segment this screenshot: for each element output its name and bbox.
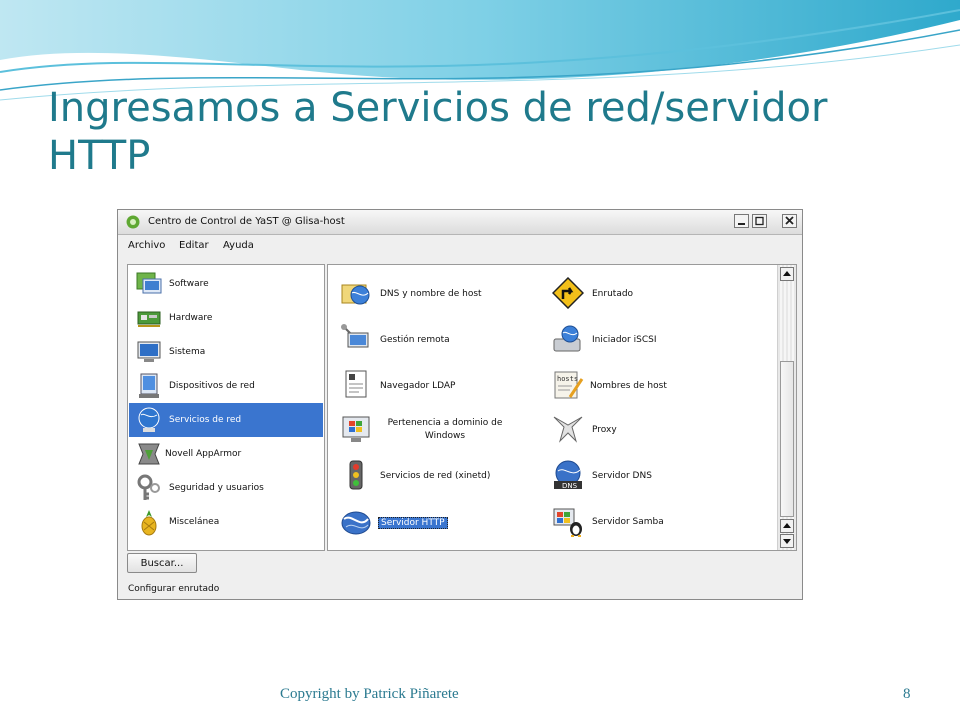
category-list: Software Hardware Sistema Dispositivos d… [127, 264, 325, 551]
module-hostnames[interactable]: hosts Nombres de host [552, 369, 752, 405]
scroll-down-button[interactable] [780, 534, 794, 548]
module-samba[interactable]: Servidor Samba [552, 505, 752, 541]
category-label: Software [169, 279, 209, 289]
window-titlebar[interactable]: Centro de Control de YaST @ Glisa-host [118, 210, 802, 235]
scroll-up-button-lower[interactable] [780, 519, 794, 533]
module-label: DNS y nombre de host [380, 289, 482, 299]
category-label: Servicios de red [169, 415, 242, 425]
scroll-thumb[interactable] [780, 361, 794, 517]
module-label: Nombres de host [590, 381, 667, 391]
http-server-icon [341, 511, 371, 535]
module-http-server[interactable]: Servidor HTTP [340, 505, 540, 541]
module-remote-admin[interactable]: Gestión remota [340, 323, 540, 359]
module-xinetd[interactable]: Servicios de red (xinetd) [340, 459, 540, 495]
close-icon [785, 216, 794, 225]
svg-text:DNS: DNS [562, 482, 578, 490]
module-label: Servidor HTTP [378, 517, 448, 529]
module-label: Iniciador iSCSI [592, 335, 657, 345]
maximize-icon [755, 216, 764, 226]
security-keys-icon [137, 474, 160, 500]
category-label: Sistema [169, 347, 206, 357]
search-button[interactable]: Buscar... [127, 553, 197, 573]
module-dns-hostname[interactable]: DNS y nombre de host [340, 277, 540, 313]
network-services-icon [138, 407, 160, 432]
arrow-up-icon [783, 523, 791, 528]
module-panel: DNS y nombre de host Gestión remota Nave… [327, 264, 797, 551]
software-icon [136, 272, 162, 294]
close-button[interactable] [782, 214, 797, 228]
category-sistema[interactable]: Sistema [129, 335, 323, 369]
windows-domain-icon [342, 416, 370, 442]
module-label: Servidor Samba [592, 517, 664, 527]
scroll-up-button[interactable] [780, 267, 794, 281]
yast-control-center-window: Centro de Control de YaST @ Glisa-host A… [117, 209, 803, 600]
samba-icon [553, 508, 582, 537]
module-label: Navegador LDAP [380, 381, 456, 391]
category-miscelanea[interactable]: Misceláneа [129, 505, 323, 539]
apparmor-icon [138, 443, 160, 465]
category-label: Misceláneа [169, 517, 220, 527]
minimize-icon [738, 223, 745, 225]
module-iscsi[interactable]: Iniciador iSCSI [552, 323, 752, 359]
network-devices-icon [139, 373, 159, 398]
iscsi-icon [553, 325, 581, 352]
yast-chameleon-icon [126, 215, 140, 229]
status-bar-text: Configurar enrutado [128, 584, 220, 594]
menu-archivo[interactable]: Archivo [128, 240, 165, 251]
dns-hostname-icon [341, 284, 370, 305]
module-label: Pertenencia a dominio de Windows [387, 418, 503, 441]
dns-server-icon: DNS [554, 460, 582, 490]
ldap-browser-icon [345, 370, 367, 398]
module-dns-server[interactable]: DNS Servidor DNS [552, 459, 752, 495]
remote-admin-icon [341, 324, 369, 348]
category-hardware[interactable]: Hardware [129, 301, 323, 335]
svg-text:hosts: hosts [557, 375, 578, 383]
module-label: Proxy [592, 425, 617, 435]
menu-bar: Archivo Editar Ayuda [118, 235, 802, 255]
category-label: Dispositivos de red [169, 381, 255, 391]
module-windows-domain[interactable]: Pertenencia a dominio de Windows [340, 413, 540, 449]
hardware-icon [137, 311, 161, 327]
category-label: Novell AppArmor [165, 449, 242, 459]
window-title: Centro de Control de YaST @ Glisa-host [148, 216, 345, 227]
module-ldap-browser[interactable]: Navegador LDAP [340, 369, 540, 405]
page-number: 8 [903, 686, 911, 702]
xinetd-icon [349, 460, 363, 490]
category-dispositivos-red[interactable]: Dispositivos de red [129, 369, 323, 403]
module-label: Servidor DNS [592, 471, 652, 481]
proxy-icon [553, 416, 583, 443]
category-apparmor[interactable]: Novell AppArmor [129, 437, 323, 471]
pineapple-icon [141, 510, 157, 536]
category-label: Hardware [169, 313, 213, 323]
category-software[interactable]: Software [129, 267, 323, 301]
module-label: Gestión remota [380, 335, 450, 345]
maximize-button[interactable] [752, 214, 767, 228]
module-proxy[interactable]: Proxy [552, 413, 752, 449]
routing-icon [552, 277, 584, 309]
category-servicios-red[interactable]: Servicios de red [129, 403, 323, 437]
menu-ayuda[interactable]: Ayuda [223, 240, 254, 251]
category-label: Seguridad y usuarios [169, 483, 264, 493]
hostnames-icon: hosts [554, 371, 584, 399]
menu-editar[interactable]: Editar [179, 240, 209, 251]
arrow-up-icon [783, 271, 791, 276]
category-seguridad-usuarios[interactable]: Seguridad y usuarios [129, 471, 323, 505]
system-icon [137, 341, 161, 362]
minimize-button[interactable] [734, 214, 749, 228]
slide-title: Ingresamos a Servicios de red/servidor H… [48, 85, 828, 179]
arrow-down-icon [783, 539, 791, 544]
footer-copyright: Copyright by Patrick Piñarete [280, 686, 459, 702]
module-routing[interactable]: Enrutado [552, 277, 752, 313]
slide-footer: Copyright by Patrick Piñarete 8 [0, 686, 960, 708]
module-label: Enrutado [592, 289, 634, 299]
module-scrollbar[interactable] [777, 265, 796, 550]
module-label: Servicios de red (xinetd) [380, 471, 491, 481]
